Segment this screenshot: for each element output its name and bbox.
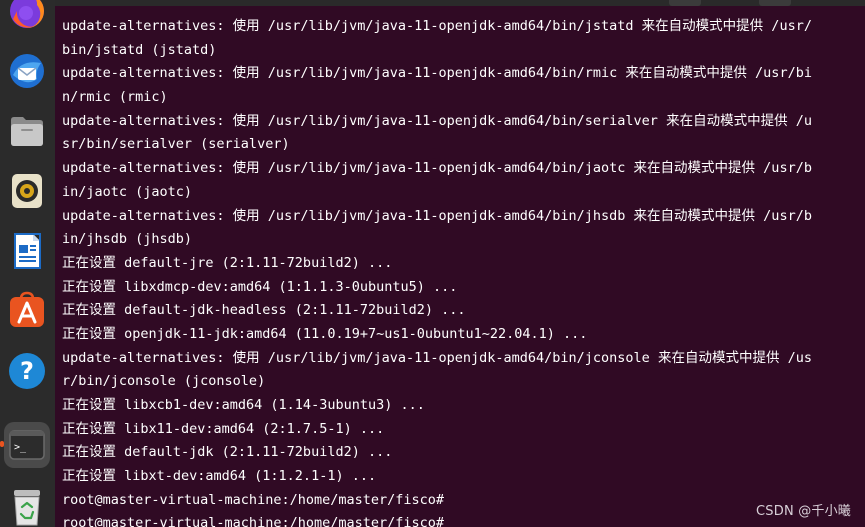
titlebar-button-edge xyxy=(759,0,791,6)
terminal-line: sr/bin/serialver (serialver) xyxy=(62,136,290,153)
terminal-line: 正在设置 libxt-dev:amd64 (1:1.2.1-1) ... xyxy=(62,468,377,485)
software-store-icon xyxy=(10,291,44,327)
dock-item-terminal[interactable]: >_ xyxy=(0,422,50,468)
dock-item-files[interactable] xyxy=(4,108,50,154)
terminal-line: update-alternatives: 使用 /usr/lib/jvm/jav… xyxy=(62,65,812,82)
terminal-line: in/jhsdb (jhsdb) xyxy=(62,231,193,248)
terminal-prompt-line: root@master-virtual-machine:/home/master… xyxy=(62,491,445,508)
terminal-line: 正在设置 default-jre (2:1.11-72build2) ... xyxy=(62,254,393,271)
terminal-icon: >_ xyxy=(9,430,45,460)
writer-icon xyxy=(14,233,41,269)
terminal-line: bin/jstatd (jstatd) xyxy=(62,41,217,58)
dock-item-trash[interactable] xyxy=(4,484,50,527)
terminal-line: 正在设置 libxdmcp-dev:amd64 (1:1.1.3-0ubuntu… xyxy=(62,278,458,295)
terminal-window[interactable]: update-alternatives: 使用 /usr/lib/jvm/jav… xyxy=(55,0,865,527)
watermark: CSDN @千小曦 xyxy=(756,504,851,519)
terminal-line: update-alternatives: 使用 /usr/lib/jvm/jav… xyxy=(62,160,812,177)
terminal-output: update-alternatives: 使用 /usr/lib/jvm/jav… xyxy=(62,15,812,527)
help-glyph: ? xyxy=(20,357,34,385)
dock-item-rhythmbox[interactable] xyxy=(4,168,50,214)
terminal-titlebar-edge xyxy=(55,0,865,6)
firefox-icon xyxy=(10,0,44,28)
terminal-line: 正在设置 libxcb1-dev:amd64 (1.14-3ubuntu3) .… xyxy=(62,397,425,413)
terminal-line: update-alternatives: 使用 /usr/lib/jvm/jav… xyxy=(62,112,812,129)
dock-item-thunderbird[interactable] xyxy=(4,48,50,94)
terminal-line: update-alternatives: 使用 /usr/lib/jvm/jav… xyxy=(62,349,812,366)
titlebar-button-edge xyxy=(669,0,701,6)
help-icon: ? xyxy=(9,353,45,389)
dock-item-software[interactable] xyxy=(4,288,50,334)
terminal-line: 正在设置 default-jdk (2:1.11-72build2) ... xyxy=(62,444,393,461)
trash-icon xyxy=(14,490,40,526)
desktop-screen: ? >_ update-alternatives: 使用 /usr/lib/jv… xyxy=(0,0,865,527)
rhythmbox-icon xyxy=(12,174,42,208)
terminal-line: r/bin/jconsole (jconsole) xyxy=(62,373,266,390)
terminal-glyph: >_ xyxy=(14,442,27,453)
terminal-line: 正在设置 openjdk-11-jdk:amd64 (11.0.19+7~us1… xyxy=(62,325,588,342)
files-icon xyxy=(11,117,43,146)
terminal-prompt-line[interactable]: root@master-virtual-machine:/home/master… xyxy=(62,512,812,527)
thunderbird-icon xyxy=(10,54,44,88)
terminal-line: in/jaotc (jaotc) xyxy=(62,183,193,200)
dock-item-writer[interactable] xyxy=(4,228,50,274)
terminal-line: update-alternatives: 使用 /usr/lib/jvm/jav… xyxy=(62,207,812,224)
terminal-line: n/rmic (rmic) xyxy=(62,89,168,106)
dock-item-firefox[interactable] xyxy=(4,0,50,34)
dock: ? >_ xyxy=(0,0,56,527)
dock-item-help[interactable]: ? xyxy=(4,348,50,394)
terminal-line: update-alternatives: 使用 /usr/lib/jvm/jav… xyxy=(62,18,812,34)
terminal-line: 正在设置 libx11-dev:amd64 (2:1.7.5-1) ... xyxy=(62,420,385,437)
terminal-line: 正在设置 default-jdk-headless (2:1.11-72buil… xyxy=(62,302,466,319)
